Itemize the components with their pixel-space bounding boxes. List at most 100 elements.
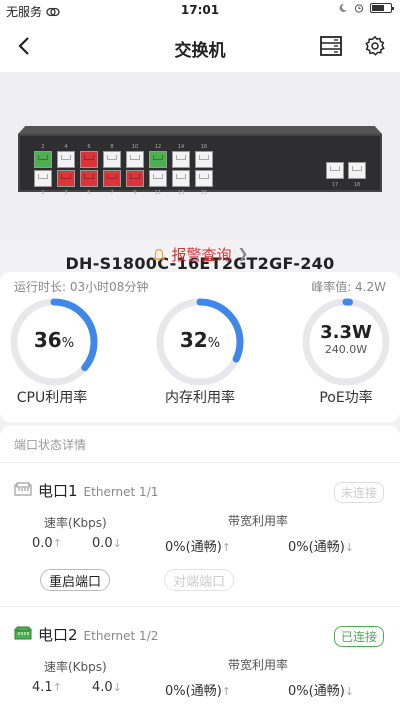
cpu-value: 36% (33, 328, 75, 352)
port-2-speed-down: 4.0↓ (92, 680, 122, 695)
port-pins (199, 155, 209, 160)
port-number-label: 18 (353, 182, 361, 188)
port-pins (61, 155, 71, 160)
cpu-label: CPU利用率 (16, 390, 88, 406)
port-pins (176, 174, 186, 179)
port-2-name: 电口2 (38, 626, 78, 644)
port-number-label: 8 (110, 144, 114, 150)
port-status-section: 端口状态详情 电口1 Ethernet 1/1 未连接 速率(Kbps) 带宽利… (0, 426, 400, 710)
switch-port (34, 170, 52, 187)
port-number-label: 16 (200, 144, 208, 150)
chevron-right-icon: ❯ (237, 247, 249, 262)
port-number-label: 5 (87, 190, 91, 196)
port-2-bw-down: 0%(通畅)↓ (288, 684, 354, 699)
memory-label: 内存利用率 (165, 390, 235, 406)
arrow-up-icon: ↑ (52, 537, 62, 550)
port-pins (61, 174, 71, 179)
port-2-header: 电口2 Ethernet 1/2 (14, 624, 158, 645)
alarm-query-link[interactable]: 报警查询 ❯ (0, 244, 400, 265)
port-number-label: 3 (64, 190, 68, 196)
port-number-label: 15 (200, 190, 208, 196)
cpu-gauge: 36% (8, 296, 100, 388)
memory-gauge: 32% (154, 296, 246, 388)
port-pins (352, 166, 362, 171)
restart-port-button[interactable]: 重启端口 (40, 569, 111, 591)
arrow-up-icon: ↑ (221, 685, 231, 698)
arrow-down-icon: ↓ (112, 681, 122, 694)
port-1-bw-up: 0%(通畅)↑ (165, 540, 231, 555)
bell-icon (152, 248, 165, 261)
port-1-status-badge: 未连接 (333, 482, 384, 503)
ethernet-port-icon (14, 482, 32, 496)
port-pins (130, 155, 140, 160)
port-number-label: 4 (64, 144, 68, 150)
poe-value: 3.3W 240.0W (320, 322, 372, 356)
bandwidth-label: 带宽利用率 (228, 514, 289, 528)
port-number-label: 6 (87, 144, 91, 150)
switch-port (126, 170, 144, 187)
port-2-speed-up: 4.1↑ (32, 680, 62, 695)
port-1-bw-down: 0%(通畅)↓ (288, 540, 354, 555)
port-2-status-badge: 已连接 (333, 626, 384, 647)
arrow-down-icon: ↓ (344, 685, 354, 698)
switch-port (149, 151, 167, 168)
port-2-interface: Ethernet 1/2 (83, 629, 159, 643)
port-number-label: 10 (131, 144, 139, 150)
port-number-label: 14 (177, 144, 185, 150)
memory-value: 32% (179, 328, 221, 352)
nav-bar: 交换机 (0, 22, 400, 72)
port-number-label: 12 (154, 144, 162, 150)
switch-port (172, 151, 190, 168)
port-pins (38, 174, 48, 179)
port-1-name: 电口1 (38, 482, 78, 500)
gear-icon[interactable] (364, 35, 386, 57)
alarm-clock-icon (354, 4, 364, 13)
port-number-label: 9 (133, 190, 137, 196)
arrow-down-icon: ↓ (112, 537, 122, 550)
port-pins (107, 155, 117, 160)
divider (0, 462, 400, 463)
status-bar: 无服务 17:01 (0, 0, 400, 22)
port-pins (199, 174, 209, 179)
status-right (338, 3, 394, 13)
switch-port (57, 151, 75, 168)
port-pins (153, 155, 163, 160)
port-1-interface: Ethernet 1/1 (83, 485, 159, 499)
speed-label: 速率(Kbps) (44, 660, 107, 674)
switch-port (80, 170, 98, 187)
switch-top-edge (18, 126, 382, 134)
port-number-label: 1 (41, 190, 45, 196)
arrow-up-icon: ↑ (52, 681, 62, 694)
port-2-bw-up: 0%(通畅)↑ (165, 684, 231, 699)
arrow-down-icon: ↓ (344, 541, 354, 554)
switch-port (80, 151, 98, 168)
port-number-label: 13 (177, 190, 185, 196)
arrow-up-icon: ↑ (221, 541, 231, 554)
port-number-label: 7 (110, 190, 114, 196)
switch-port (326, 162, 344, 179)
switch-port (172, 170, 190, 187)
bandwidth-label: 带宽利用率 (228, 658, 289, 672)
switch-port (126, 151, 144, 168)
battery-icon (370, 3, 394, 13)
device-list-icon[interactable] (320, 36, 342, 56)
switch-port (103, 170, 121, 187)
switch-body: 2 4 6 8 10 12 14 16 1 3 5 7 9 11 13 15 17 18 (18, 134, 382, 196)
port-1-speed-down: 0.0↓ (92, 536, 122, 551)
port-pins (84, 174, 94, 179)
port-pins (176, 155, 186, 160)
switch-port (57, 170, 75, 187)
switch-port (149, 170, 167, 187)
switch-port (195, 170, 213, 187)
peak-power-text: 峰率值: 4.2W (311, 280, 386, 294)
port-pins (107, 174, 117, 179)
switch-port (103, 151, 121, 168)
speed-label: 速率(Kbps) (44, 516, 107, 530)
device-panel: 2 4 6 8 10 12 14 16 1 3 5 7 9 11 13 15 17 18 DH-S1800C-16… (0, 72, 400, 273)
uptime-text: 运行时长: 03小时08分钟 (14, 280, 149, 294)
port-number-label: 11 (154, 190, 162, 196)
divider (0, 606, 400, 607)
peer-port-button[interactable]: 对端端口 (164, 569, 235, 591)
alarm-query-label: 报警查询 (171, 246, 232, 264)
switch-port (34, 151, 52, 168)
